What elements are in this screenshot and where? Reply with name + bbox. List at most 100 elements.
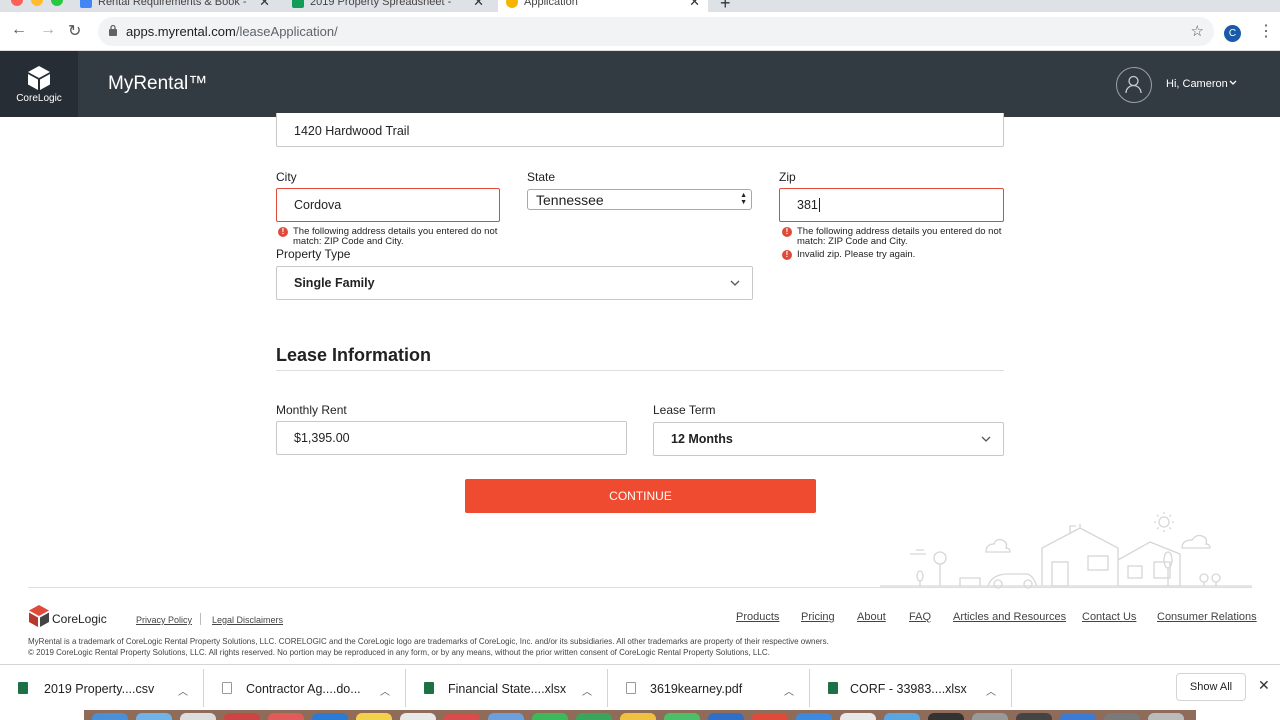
app-name: MyRental™ bbox=[108, 73, 208, 94]
download-filename: 3619kearney.pdf bbox=[650, 682, 743, 696]
app-icon[interactable] bbox=[180, 713, 216, 720]
corelogic-footer-logo-icon bbox=[29, 605, 49, 627]
document-icon bbox=[222, 682, 232, 694]
zip-invalid-message: ! Invalid zip. Please try again. bbox=[782, 250, 1012, 260]
app-icon[interactable] bbox=[928, 713, 964, 720]
download-item[interactable]: Contractor Ag....do... ︿ bbox=[204, 669, 406, 707]
close-tab-icon[interactable]: ✕ bbox=[259, 0, 270, 10]
neighborhood-illustration bbox=[880, 512, 1252, 589]
app-icon[interactable] bbox=[576, 713, 612, 720]
zip-value: 381 bbox=[797, 198, 818, 212]
chevron-up-icon[interactable]: ︿ bbox=[380, 683, 390, 698]
download-item[interactable]: 3619kearney.pdf ︿ bbox=[608, 669, 810, 707]
app-icon[interactable] bbox=[840, 713, 876, 720]
chevron-down-icon bbox=[981, 436, 991, 442]
app-icon[interactable] bbox=[1016, 713, 1052, 720]
state-select[interactable]: Tennessee ▲ ▼ bbox=[527, 189, 752, 210]
user-greeting[interactable]: Hi, Cameron bbox=[1166, 78, 1228, 90]
property-type-select[interactable]: Single Family bbox=[276, 266, 753, 300]
legal-disclaimers-link[interactable]: Legal Disclaimers bbox=[212, 615, 283, 625]
state-label: State bbox=[527, 170, 556, 184]
tab-rental-requirements[interactable]: Rental Requirements & Book - ✕ bbox=[72, 0, 278, 12]
corelogic-cube-icon bbox=[28, 66, 50, 90]
continue-button[interactable]: CONTINUE bbox=[465, 479, 816, 513]
app-icon[interactable] bbox=[488, 713, 524, 720]
browser-toolbar: ← → ↻ apps.myrental.com/leaseApplication… bbox=[0, 12, 1280, 51]
close-tab-icon[interactable]: ✕ bbox=[473, 0, 484, 10]
monthly-rent-input[interactable]: $1,395.00 bbox=[276, 421, 627, 455]
footer-link-products[interactable]: Products bbox=[736, 611, 779, 623]
footer-link-about[interactable]: About bbox=[857, 611, 886, 623]
zip-invalid-text: Invalid zip. Please try again. bbox=[797, 249, 916, 260]
text-cursor bbox=[818, 198, 820, 212]
new-tab-button[interactable]: + bbox=[720, 0, 731, 12]
tab-application[interactable]: Application ✕ bbox=[498, 0, 708, 12]
safari-icon[interactable] bbox=[136, 713, 172, 720]
chevron-up-icon[interactable]: ︿ bbox=[178, 683, 188, 698]
footer-link-consumer-relations[interactable]: Consumer Relations bbox=[1157, 611, 1257, 623]
app-icon[interactable] bbox=[1060, 713, 1096, 720]
footer-link-contact[interactable]: Contact Us bbox=[1082, 611, 1136, 623]
tab-property-spreadsheet[interactable]: 2019 Property Spreadsheet - ✕ bbox=[284, 0, 492, 12]
reload-icon[interactable]: ↻ bbox=[68, 21, 81, 41]
user-avatar[interactable] bbox=[1116, 67, 1152, 103]
lease-term-label: Lease Term bbox=[653, 403, 716, 417]
app-icon[interactable] bbox=[224, 713, 260, 720]
copyright-text: © 2019 CoreLogic Rental Property Solutio… bbox=[28, 648, 770, 657]
chevron-down-icon[interactable] bbox=[1228, 78, 1238, 88]
chevron-up-icon[interactable]: ︿ bbox=[784, 683, 794, 698]
footer-link-faq[interactable]: FAQ bbox=[909, 611, 931, 623]
show-all-downloads-button[interactable]: Show All bbox=[1176, 673, 1246, 701]
close-downloads-bar-icon[interactable]: ✕ bbox=[1258, 677, 1270, 694]
corelogic-logo[interactable]: CoreLogic bbox=[0, 51, 78, 117]
privacy-policy-link[interactable]: Privacy Policy bbox=[136, 615, 192, 625]
download-item[interactable]: CORF - 33983....xlsx ︿ bbox=[810, 669, 1012, 707]
download-filename: CORF - 33983....xlsx bbox=[850, 682, 967, 696]
lease-term-value: 12 Months bbox=[671, 432, 733, 446]
zip-input[interactable]: 381 bbox=[779, 188, 1004, 222]
app-icon[interactable] bbox=[972, 713, 1008, 720]
chevron-up-icon[interactable]: ︿ bbox=[986, 683, 996, 698]
chevron-up-icon[interactable]: ︿ bbox=[582, 683, 592, 698]
profile-avatar[interactable]: C bbox=[1224, 25, 1241, 42]
close-tab-icon[interactable]: ✕ bbox=[689, 0, 700, 10]
app-icon[interactable] bbox=[752, 713, 788, 720]
footer-link-articles[interactable]: Articles and Resources bbox=[953, 611, 1066, 623]
lease-term-select[interactable]: 12 Months bbox=[653, 422, 1004, 456]
select-arrows-icon: ▲ ▼ bbox=[740, 192, 747, 206]
trash-icon[interactable] bbox=[1148, 713, 1184, 720]
address-bar[interactable]: apps.myrental.com/leaseApplication/ ☆ bbox=[98, 17, 1214, 46]
app-icon[interactable] bbox=[664, 713, 700, 720]
city-input[interactable]: Cordova bbox=[276, 188, 500, 222]
app-icon[interactable] bbox=[620, 713, 656, 720]
calendar-icon[interactable] bbox=[268, 713, 304, 720]
download-filename: 2019 Property....csv bbox=[44, 682, 155, 696]
notes-icon[interactable] bbox=[356, 713, 392, 720]
app-icon[interactable] bbox=[312, 713, 348, 720]
download-item[interactable]: Financial State....xlsx ︿ bbox=[406, 669, 608, 707]
browser-menu-icon[interactable]: ⋮ bbox=[1258, 21, 1274, 41]
brand-label: CoreLogic bbox=[16, 93, 62, 104]
property-type-label: Property Type bbox=[276, 247, 351, 261]
forward-arrow-icon[interactable]: → bbox=[40, 21, 56, 39]
footer-link-pricing[interactable]: Pricing bbox=[801, 611, 835, 623]
messages-icon[interactable] bbox=[532, 713, 568, 720]
download-item[interactable]: 2019 Property....csv ︿ bbox=[0, 669, 204, 707]
app-icon[interactable] bbox=[400, 713, 436, 720]
url-text: apps.myrental.com/leaseApplication/ bbox=[126, 24, 338, 39]
app-icon[interactable] bbox=[884, 713, 920, 720]
app-header: CoreLogic MyRental™ Hi, Cameron bbox=[0, 51, 1280, 117]
close-window-button[interactable] bbox=[11, 0, 23, 6]
app-icon[interactable] bbox=[796, 713, 832, 720]
minimize-window-button[interactable] bbox=[31, 0, 43, 6]
street-address-input[interactable]: 1420 Hardwood Trail bbox=[276, 113, 1004, 147]
finder-icon[interactable] bbox=[92, 713, 128, 720]
app-icon[interactable] bbox=[444, 713, 480, 720]
zoom-window-button[interactable] bbox=[51, 0, 63, 6]
app-icon[interactable] bbox=[708, 713, 744, 720]
app-icon[interactable] bbox=[1104, 713, 1140, 720]
bookmark-star-icon[interactable]: ☆ bbox=[1191, 22, 1204, 40]
chevron-down-icon bbox=[730, 280, 740, 286]
url-path: /leaseApplication/ bbox=[235, 24, 338, 39]
back-arrow-icon[interactable]: ← bbox=[11, 21, 27, 39]
